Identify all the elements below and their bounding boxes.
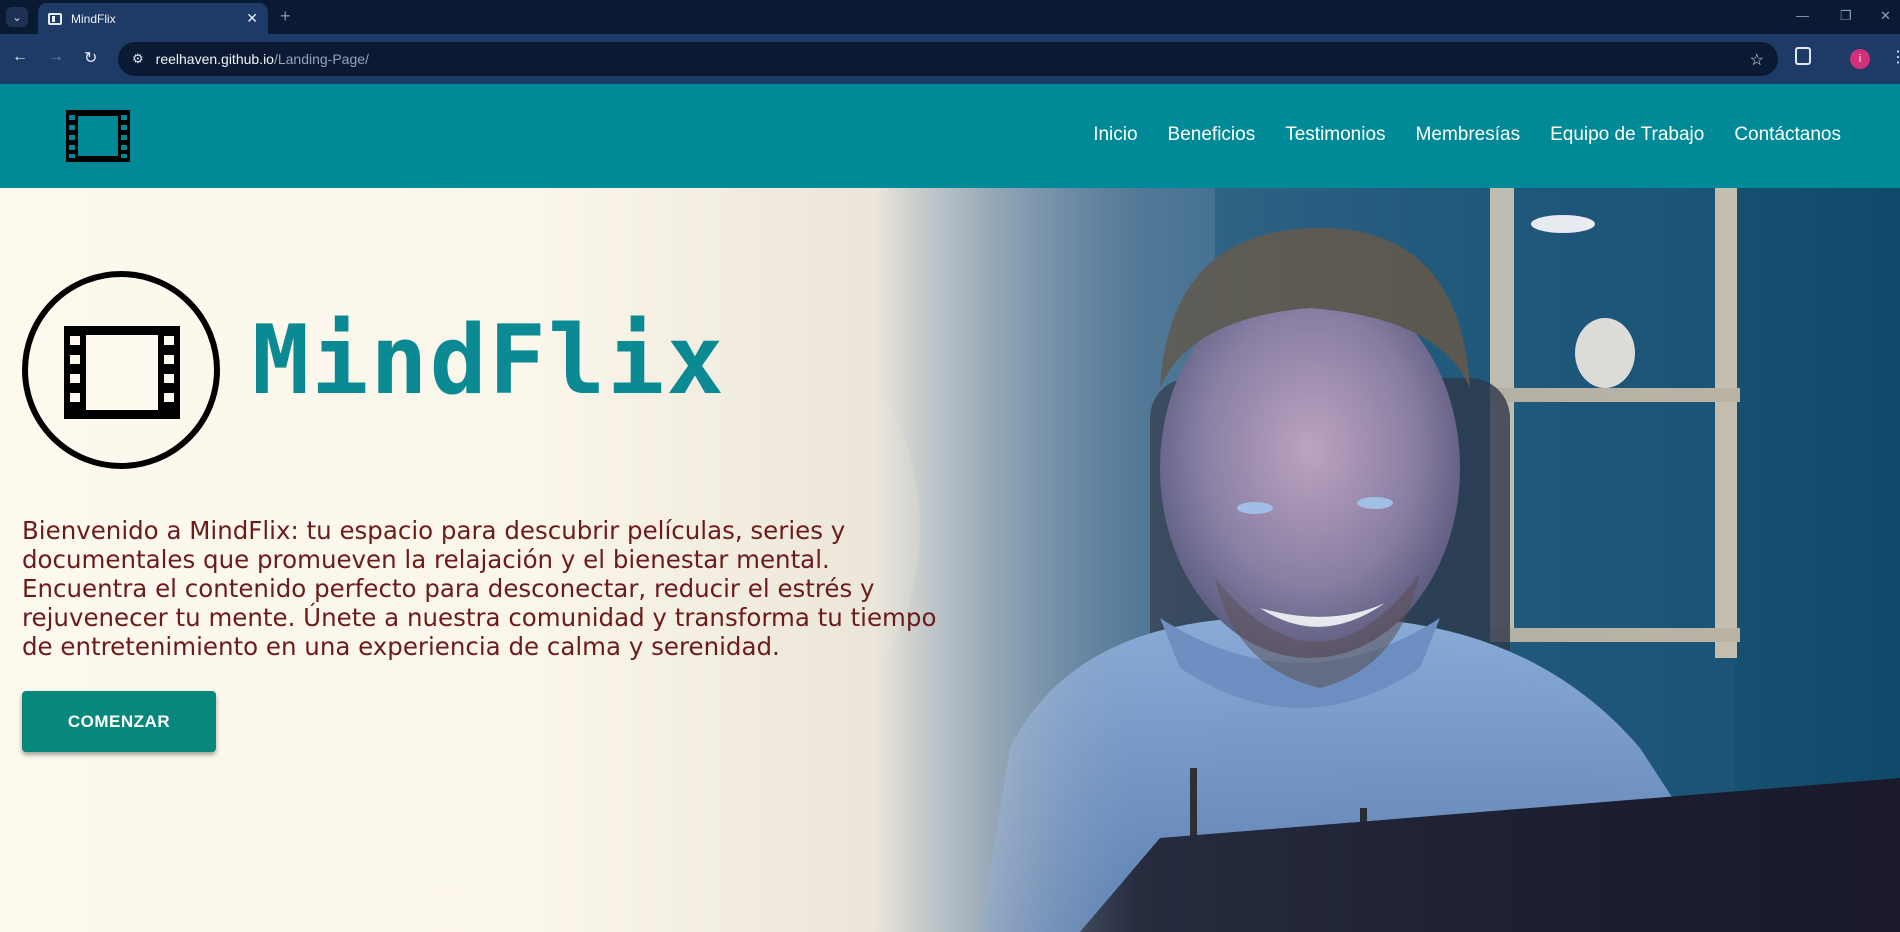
main-nav: Inicio Beneficios Testimonios Membresías… [1093,124,1841,146]
forward-icon[interactable]: → [48,48,64,66]
tab-title: MindFlix [71,11,116,26]
restore-icon[interactable]: ❐ [1840,8,1852,24]
back-icon[interactable]: ← [12,48,28,66]
profile-avatar[interactable]: i [1850,49,1870,69]
nav-beneficios[interactable]: Beneficios [1168,124,1256,146]
extensions-icon[interactable] [1795,47,1811,65]
url-path: /Landing-Page/ [273,51,369,67]
address-toolbar: ← → ↻ ⚙ reelhaven.github.io /Landing-Pag… [0,34,1900,84]
minimize-icon[interactable]: — [1796,8,1809,23]
nav-contactanos[interactable]: Contáctanos [1734,124,1841,146]
hero-intro-text: Bienvenido a MindFlix: tu espacio para d… [22,516,937,661]
nav-membresias[interactable]: Membresías [1416,124,1521,146]
page-viewport: Inicio Beneficios Testimonios Membresías… [0,84,1900,932]
hero-section: MindFlix Bienvenido a MindFlix: tu espac… [0,188,1900,932]
site-info-icon[interactable]: ⚙ [132,51,144,67]
browser-tab-strip: ⌄ MindFlix ✕ + — ❐ ✕ [0,0,1900,34]
tab-search-icon[interactable]: ⌄ [6,7,28,27]
url-host: reelhaven.github.io [155,51,274,67]
close-tab-icon[interactable]: ✕ [246,10,258,27]
film-icon [64,326,180,419]
new-tab-button[interactable]: + [280,6,291,27]
address-bar[interactable]: ⚙ reelhaven.github.io /Landing-Page/ ☆ [118,42,1778,76]
brand-name: MindFlix [252,306,726,416]
star-icon[interactable]: ☆ [1750,50,1764,70]
site-header: Inicio Beneficios Testimonios Membresías… [0,84,1900,188]
favicon-film-icon [48,12,62,25]
nav-equipo-de-trabajo[interactable]: Equipo de Trabajo [1550,124,1704,146]
nav-inicio[interactable]: Inicio [1093,124,1137,146]
reload-icon[interactable]: ↻ [84,48,97,68]
more-icon[interactable]: ⋮ [1890,47,1900,67]
close-window-icon[interactable]: ✕ [1880,8,1891,24]
film-icon[interactable] [66,110,130,162]
browser-tab[interactable]: MindFlix ✕ [38,3,268,34]
comenzar-button[interactable]: COMENZAR [22,691,216,752]
nav-testimonios[interactable]: Testimonios [1285,124,1385,146]
